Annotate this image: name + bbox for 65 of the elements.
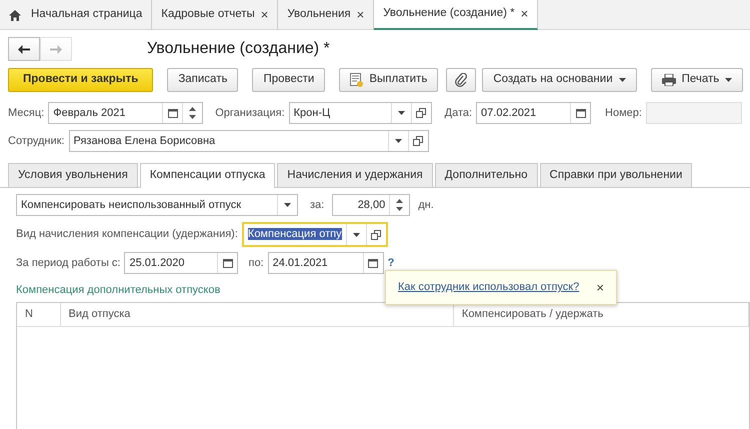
forward-arrow-icon xyxy=(50,44,62,54)
open-icon[interactable] xyxy=(413,136,423,146)
caret-icon[interactable] xyxy=(618,78,626,82)
home-icon xyxy=(9,10,21,20)
toolbar-button[interactable]: Печать xyxy=(650,68,744,92)
tab[interactable]: Дополнительно xyxy=(434,163,538,187)
attach-button[interactable] xyxy=(446,68,476,92)
caret-icon[interactable] xyxy=(398,111,405,115)
toolbar-button[interactable]: Создать на основании xyxy=(482,68,637,92)
close-icon[interactable]: × xyxy=(520,4,528,24)
tab[interactable]: Начисления и удержания xyxy=(277,163,433,187)
input-field[interactable]: Крон-Ц xyxy=(288,102,432,124)
field-label: Сотрудник: xyxy=(8,134,64,149)
back-arrow-icon xyxy=(18,44,30,54)
paperclip-icon xyxy=(455,73,468,87)
section-title: Компенсация дополнительных отпусков xyxy=(16,283,220,298)
toolbar-button[interactable]: Провести и закрыть xyxy=(8,68,154,92)
caret-icon[interactable] xyxy=(725,78,732,82)
toolbar-button[interactable]: Выплатить xyxy=(339,68,438,92)
field-label: по: xyxy=(248,256,264,271)
input-field[interactable]: 24.01.2021 xyxy=(268,252,384,274)
caret-icon[interactable] xyxy=(352,232,360,236)
close-icon[interactable]: × xyxy=(596,278,604,298)
field-label: Вид начисления компенсации (удержания): xyxy=(16,227,238,242)
back-button[interactable] xyxy=(8,37,40,61)
printer-icon xyxy=(662,74,676,86)
tab[interactable]: Условия увольнения xyxy=(8,163,138,187)
field-label: За период работы с: xyxy=(16,256,120,271)
calendar-icon[interactable] xyxy=(222,258,233,268)
field-label: Организация: xyxy=(215,106,285,121)
toolbar-button[interactable]: Записать xyxy=(167,68,238,92)
toolbar-button[interactable]: Провести xyxy=(252,68,326,92)
dropdown-field[interactable]: Компенсировать неиспользованный отпуск xyxy=(16,194,298,216)
unit-label: дн. xyxy=(418,198,434,213)
calendar-icon[interactable] xyxy=(168,108,178,118)
calendar-icon[interactable] xyxy=(576,108,586,118)
open-icon[interactable] xyxy=(416,108,426,118)
help-link[interactable]: ? xyxy=(388,254,394,272)
column-header[interactable]: N xyxy=(17,302,61,326)
tab[interactable]: Кадровые отчеты × xyxy=(152,0,278,30)
field-label: Месяц: xyxy=(8,106,44,121)
dropdown-field[interactable]: Компенсация отпу xyxy=(242,222,388,247)
spin-icon[interactable] xyxy=(396,198,404,212)
input-field[interactable]: Рязанова Елена Борисовна xyxy=(68,130,428,152)
caret-icon[interactable] xyxy=(284,203,291,207)
tab[interactable]: Компенсации отпуска xyxy=(140,163,276,188)
form-title: Увольнение (создание) * xyxy=(147,39,330,59)
field-label: Дата: xyxy=(444,106,472,121)
spin-icon[interactable] xyxy=(189,106,196,120)
tab[interactable]: Начальная страница xyxy=(0,0,152,30)
input-field[interactable]: Февраль 2021 xyxy=(48,102,204,124)
input-field[interactable]: 25.01.2020 xyxy=(124,252,238,274)
close-icon[interactable]: × xyxy=(356,5,364,25)
input-field[interactable]: 28,00 xyxy=(332,194,410,216)
field-label: Номер: xyxy=(605,106,642,121)
field-label: за: xyxy=(310,198,324,213)
tab[interactable]: Справки при увольнении xyxy=(540,163,692,187)
document-icon xyxy=(350,73,364,87)
calendar-icon[interactable] xyxy=(368,258,378,268)
caret-icon[interactable] xyxy=(394,139,402,143)
help-link[interactable]: Как сотрудник использовал отпуск? xyxy=(398,279,580,296)
tab[interactable]: Увольнение (создание) * × xyxy=(374,0,538,30)
open-icon[interactable] xyxy=(371,230,382,240)
close-icon[interactable]: × xyxy=(260,5,268,25)
input-field[interactable]: 07.02.2021 xyxy=(476,102,592,124)
